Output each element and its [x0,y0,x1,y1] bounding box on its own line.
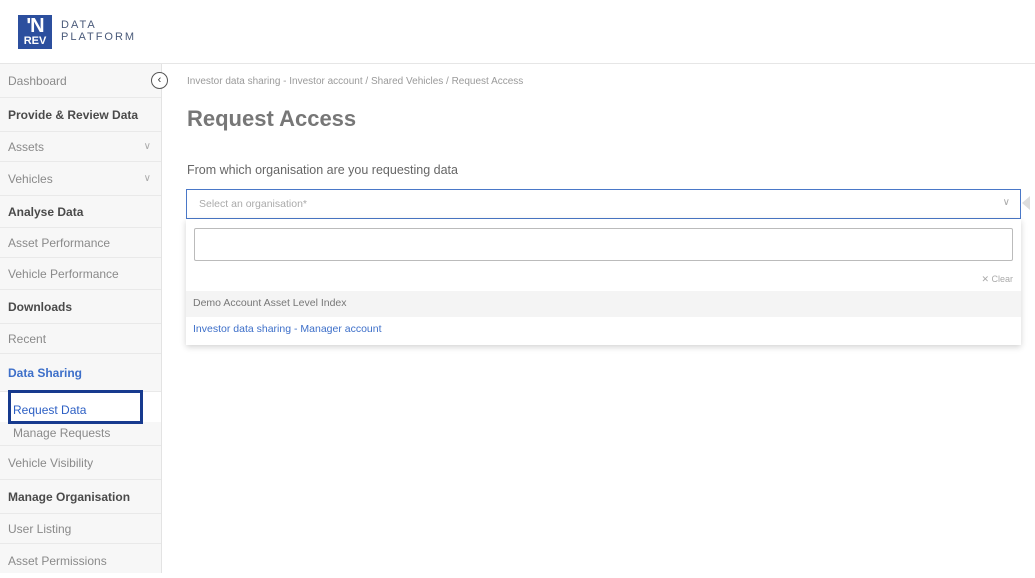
sidebar-item-label: Vehicle Visibility [8,456,94,470]
sidebar-section-manage-organisation: Manage Organisation [0,480,161,514]
sidebar-item-user-listing[interactable]: User Listing [0,514,161,544]
sidebar-item-asset-performance[interactable]: Asset Performance [0,228,161,258]
organisation-select-placeholder: Select an organisation* [199,198,307,210]
chevron-down-icon: ∨ [143,172,151,184]
highlight-annotation [8,390,143,424]
brand-line1: DATA [61,19,97,31]
tooltip-caret [1022,196,1030,210]
chevron-left-icon: ‹ [157,74,162,86]
brand-text: DATA PLATFORM [61,19,136,43]
organisation-select[interactable]: Select an organisation* ∨ [186,189,1021,219]
sidebar-section-label: Data Sharing [8,366,83,380]
organisation-dropdown: ✕ Clear Demo Account Asset Level Index I… [186,219,1021,345]
sidebar-item-asset-permissions[interactable]: Asset Permissions [0,544,161,573]
clear-button[interactable]: ✕ Clear [981,274,1013,285]
sidebar-section-downloads: Downloads [0,290,161,324]
organisation-question-label: From which organisation are you requesti… [187,163,458,177]
sidebar-item-vehicles[interactable]: Vehicles ∨ [0,162,161,196]
sidebar-item-label: Vehicle Performance [8,267,119,281]
breadcrumb: Investor data sharing - Investor account… [187,76,524,87]
sidebar-item-label: Assets [8,140,45,154]
sidebar-item-vehicle-visibility[interactable]: Vehicle Visibility [0,446,161,480]
sidebar-section-data-sharing: Data Sharing [0,354,161,392]
sidebar-item-manage-requests[interactable]: Manage Requests [0,422,161,446]
dropdown-option[interactable]: Demo Account Asset Level Index [186,291,1021,317]
logo-line2: REV [23,35,47,47]
sidebar-item-recent[interactable]: Recent [0,324,161,354]
dropdown-option[interactable]: Investor data sharing - Manager account [186,317,1021,341]
sidebar-item-dashboard[interactable]: Dashboard [0,64,161,98]
sidebar-section-label: Analyse Data [8,205,84,219]
sidebar-section-label: Downloads [8,300,73,314]
inrev-logo[interactable]: 'N REV [18,15,52,49]
chevron-down-icon: ∨ [143,140,151,152]
sidebar-item-vehicle-performance[interactable]: Vehicle Performance [0,258,161,290]
dropdown-search-input[interactable] [194,228,1013,261]
sidebar-item-label: User Listing [8,522,72,536]
sidebar-item-assets[interactable]: Assets ∨ [0,132,161,162]
sidebar-section-provide-review-data: Provide & Review Data [0,98,161,132]
sidebar-item-label: Dashboard [8,74,67,88]
sidebar-item-label: Asset Permissions [8,554,107,568]
top-bar: 'N REV DATA PLATFORM [0,0,1035,64]
sidebar: Dashboard Provide & Review Data Assets ∨ … [0,64,162,573]
sidebar-item-label: Asset Performance [8,236,111,250]
sidebar-item-label: Manage Requests [13,426,111,440]
sidebar-section-label: Manage Organisation [8,490,131,504]
sidebar-item-label: Recent [8,332,47,346]
brand-line2: PLATFORM [61,31,137,43]
sidebar-item-label: Vehicles [8,172,53,186]
chevron-down-icon: ∨ [1002,197,1010,208]
page-title: Request Access [187,106,357,131]
sidebar-section-label: Provide & Review Data [8,108,139,122]
collapse-sidebar-button[interactable]: ‹ [151,72,168,89]
logo-line1: 'N [26,15,44,37]
sidebar-section-analyse-data: Analyse Data [0,196,161,228]
